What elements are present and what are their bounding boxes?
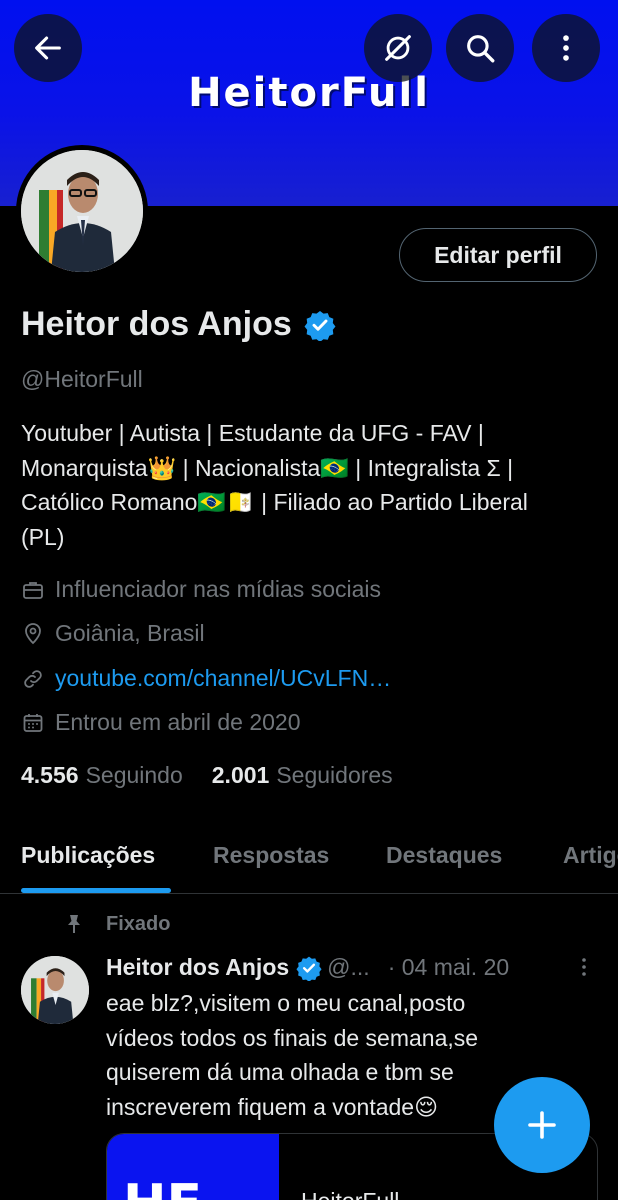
post-text-line: vídeos todos os finais de semana,se — [106, 1024, 479, 1051]
post-text: eae blz?,visitem o meu canal,posto vídeo… — [106, 986, 506, 1124]
more-vertical-icon — [563, 35, 569, 61]
joined-text: Entrou em abril de 2020 — [55, 709, 301, 735]
bio-line: (PL) — [21, 523, 65, 550]
category-text: Influenciador nas mídias sociais — [55, 576, 381, 602]
post-text-line: inscreverem fiquem a vontade😌 — [106, 1093, 439, 1120]
post-author-handle: @... — [327, 954, 370, 980]
follow-stats: 4.556 Seguindo 2.001 Seguidores — [21, 762, 393, 789]
link-icon — [24, 669, 42, 688]
profile-bio: Youtuber | Autista | Estudante da UFG - … — [21, 416, 606, 554]
grok-button[interactable] — [364, 14, 432, 82]
bio-line: Youtuber | Autista | Estudante da UFG - … — [21, 420, 484, 446]
profile-name: Heitor dos Anjos — [21, 305, 336, 344]
profile-tabs: Publicações Respostas Destaques Artigos — [0, 826, 618, 894]
location-pin-icon — [25, 622, 41, 644]
bio-line: Monarquista👑 | Nacionalista🇧🇷 | Integral… — [21, 454, 514, 481]
tab-publicacoes[interactable]: Publicações — [21, 842, 155, 869]
more-vertical-icon — [582, 958, 586, 976]
banner-title: HeitorFull — [188, 70, 430, 116]
profile-link[interactable]: youtube.com/channel/UCvLFN… — [55, 665, 391, 692]
profile-location: Goiânia, Brasil — [21, 620, 205, 647]
followers-count: 2.001 — [211, 762, 270, 788]
profile-handle: @HeitorFull — [21, 366, 143, 392]
search-icon — [467, 35, 495, 63]
following-label: Seguindo — [85, 762, 183, 788]
compose-post-button[interactable] — [494, 1077, 590, 1173]
search-button[interactable] — [446, 14, 514, 82]
card-title: HeitorFull — [301, 1188, 399, 1200]
pinned-label: Fixado — [106, 912, 171, 935]
post-text-line: quiserem dá uma olhada e tbm se — [106, 1059, 454, 1085]
card-thumbnail: HF — [107, 1134, 279, 1200]
tab-artigos[interactable]: Artigos — [563, 842, 618, 869]
verified-badge-icon[interactable] — [304, 309, 336, 341]
briefcase-icon — [23, 581, 43, 599]
post-text-line: eae blz?,visitem o meu canal,posto — [106, 990, 466, 1016]
profile-category: Influenciador nas mídias sociais — [21, 576, 381, 603]
following-stat[interactable]: 4.556 Seguindo — [21, 762, 183, 789]
post-more-button[interactable] — [572, 955, 596, 984]
avatar-photo — [21, 150, 143, 272]
post-header: Heitor dos Anjos @... · 04 mai. 20 — [106, 954, 509, 981]
post-date[interactable]: · 04 mai. 20 — [388, 954, 509, 981]
following-count: 4.556 — [21, 762, 79, 788]
location-text: Goiânia, Brasil — [55, 620, 205, 646]
bio-line: Católico Romano🇧🇷🇻🇦 | Filiado ao Partido… — [21, 489, 528, 515]
post-author-avatar[interactable] — [21, 956, 89, 1024]
profile-name-text: Heitor dos Anjos — [21, 305, 292, 343]
more-button[interactable] — [532, 14, 600, 82]
pinned-indicator: Fixado — [62, 912, 170, 936]
post-author-name[interactable]: Heitor dos Anjos — [106, 954, 289, 981]
tab-respostas[interactable]: Respostas — [213, 842, 329, 869]
card-thumbnail-text: HF — [123, 1174, 202, 1200]
followers-label: Seguidores — [276, 762, 393, 788]
edit-profile-button[interactable]: Editar perfil — [399, 228, 597, 282]
plus-icon — [528, 1111, 556, 1139]
profile-link-row: youtube.com/channel/UCvLFN… — [21, 665, 391, 692]
followers-stat[interactable]: 2.001 Seguidores — [212, 762, 393, 789]
tab-destaques[interactable]: Destaques — [386, 842, 502, 869]
active-tab-indicator — [21, 888, 171, 893]
pin-icon — [68, 915, 80, 933]
verified-badge-icon — [296, 956, 322, 981]
back-button[interactable] — [14, 14, 82, 82]
profile-joined: Entrou em abril de 2020 — [21, 709, 301, 736]
calendar-icon — [23, 713, 43, 732]
grok-icon — [385, 35, 411, 61]
profile-avatar[interactable] — [16, 145, 148, 277]
arrow-left-icon — [35, 36, 61, 60]
